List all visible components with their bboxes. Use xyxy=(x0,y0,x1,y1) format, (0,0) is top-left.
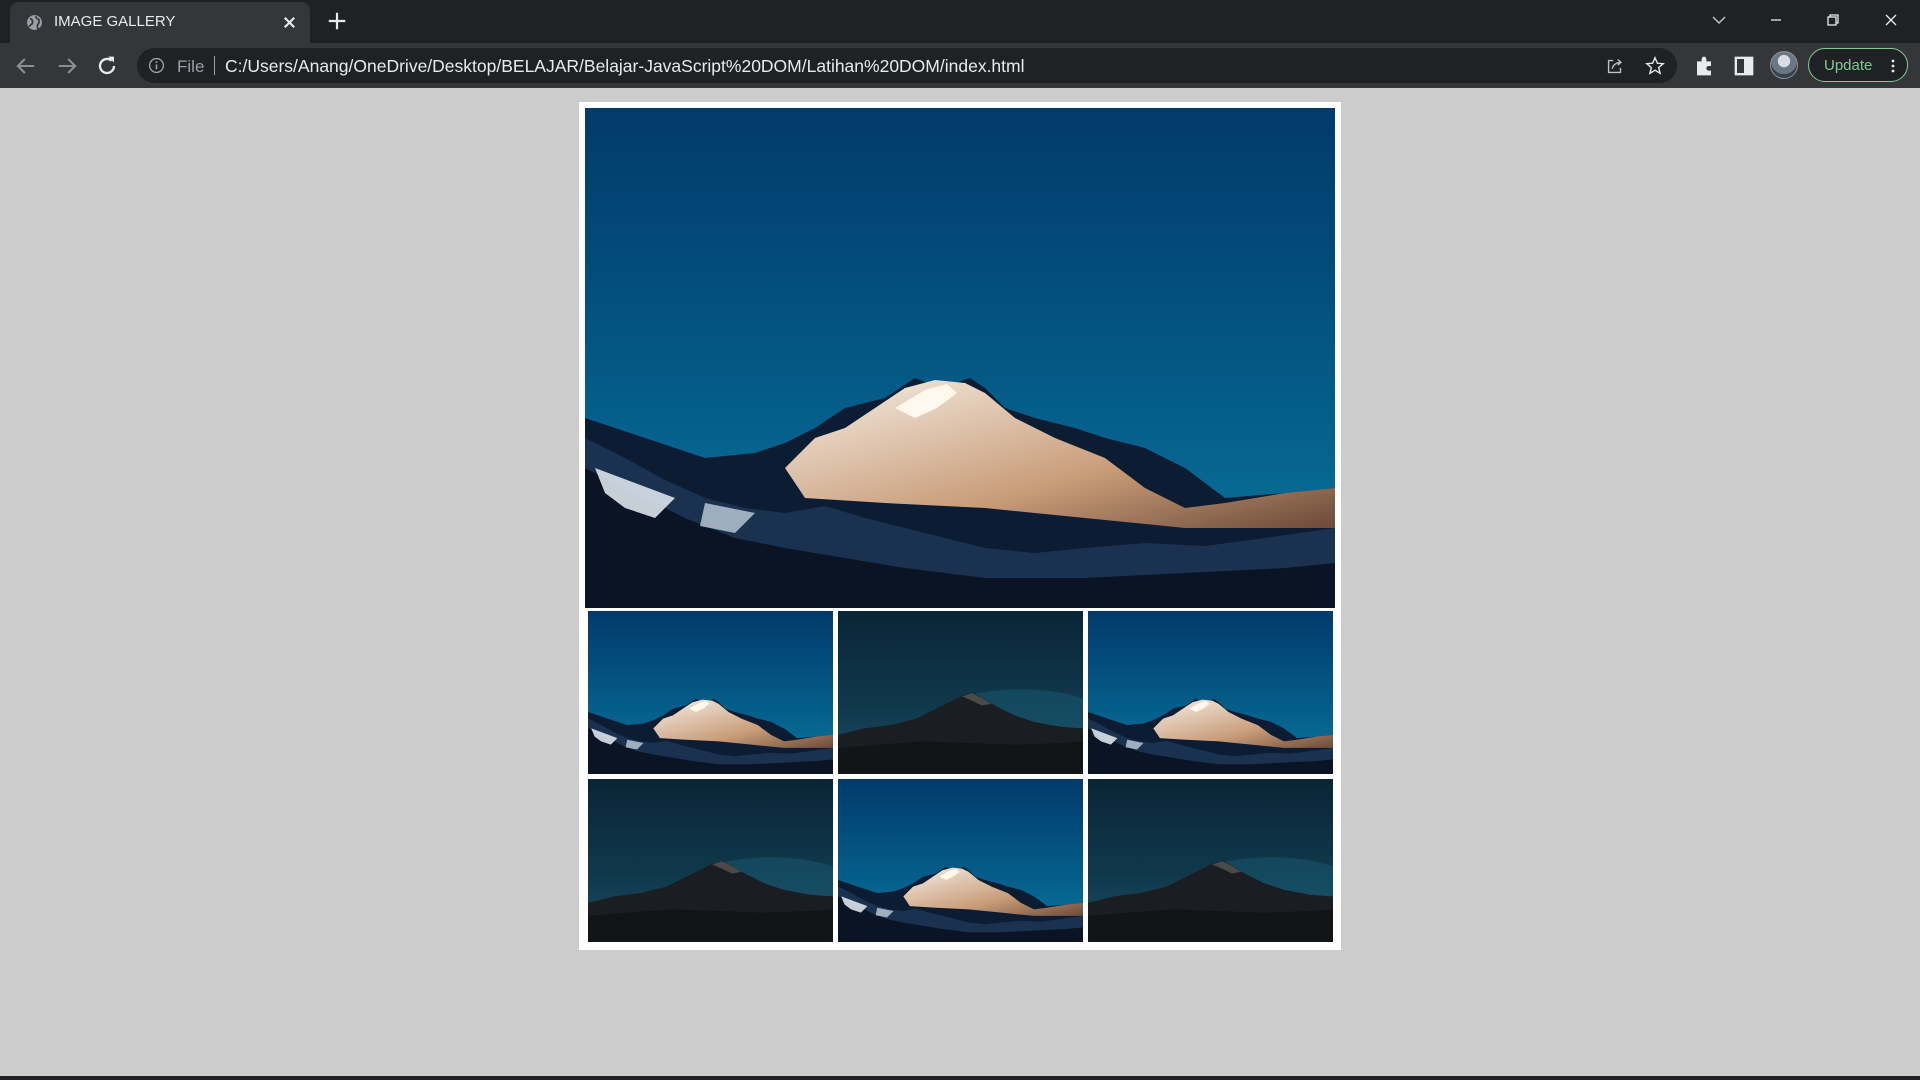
update-button[interactable]: Update xyxy=(1808,48,1908,82)
thumbnail-6[interactable] xyxy=(1088,779,1333,942)
close-tab-icon[interactable] xyxy=(280,13,299,32)
info-icon[interactable] xyxy=(148,57,165,74)
restore-icon[interactable] xyxy=(1820,8,1846,32)
minimize-icon[interactable] xyxy=(1763,8,1789,32)
close-window-icon[interactable] xyxy=(1878,8,1904,32)
browser-toolbar: File C:/Users/Anang/OneDrive/Desktop/BEL… xyxy=(0,43,1920,88)
bookmark-star-icon[interactable] xyxy=(1644,55,1666,77)
main-image xyxy=(585,108,1335,608)
browser-titlebar: IMAGE GALLERY xyxy=(0,0,1920,43)
omnibox-divider xyxy=(214,56,215,75)
chevron-down-icon[interactable] xyxy=(1706,8,1732,32)
address-bar[interactable]: File C:/Users/Anang/OneDrive/Desktop/BEL… xyxy=(137,48,1677,83)
url-text[interactable]: C:/Users/Anang/OneDrive/Desktop/BELAJAR/… xyxy=(225,56,1025,77)
scheme-label: File xyxy=(177,57,205,76)
image-gallery xyxy=(579,102,1341,950)
share-icon[interactable] xyxy=(1604,55,1626,77)
browser-tab[interactable]: IMAGE GALLERY xyxy=(10,2,310,43)
window-bottom-border xyxy=(0,1076,1920,1080)
reload-icon[interactable] xyxy=(93,52,121,80)
page-viewport xyxy=(0,88,1920,1076)
more-vert-icon[interactable] xyxy=(1889,58,1897,74)
thumbnail-4[interactable] xyxy=(588,779,833,942)
thumbnail-1[interactable] xyxy=(588,611,833,774)
thumbnail-5[interactable] xyxy=(838,779,1083,942)
profile-avatar[interactable] xyxy=(1770,51,1798,79)
update-label: Update xyxy=(1824,57,1873,74)
new-tab-icon[interactable] xyxy=(326,10,348,32)
forward-arrow-icon[interactable] xyxy=(53,52,81,80)
back-arrow-icon[interactable] xyxy=(12,52,40,80)
thumbnail-3[interactable] xyxy=(1088,611,1333,774)
thumbnail-2[interactable] xyxy=(838,611,1083,774)
globe-icon xyxy=(27,15,42,30)
extensions-puzzle-icon[interactable] xyxy=(1690,52,1718,80)
tab-title: IMAGE GALLERY xyxy=(54,13,176,30)
side-panel-icon[interactable] xyxy=(1730,52,1758,80)
